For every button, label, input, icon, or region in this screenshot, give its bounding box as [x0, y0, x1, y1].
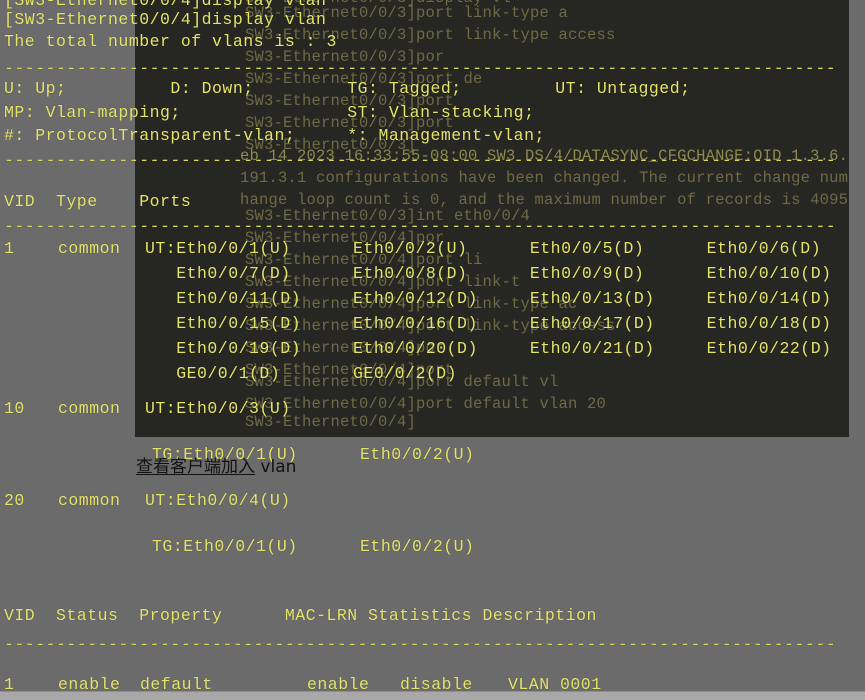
ports-row-line: GE0/0/1(D) GE0/0/2(D): [145, 364, 458, 383]
previous-command-line: [SW3-Ethernet0/0/4]display vlan: [4, 0, 327, 10]
ports-row-line: Eth0/0/11(D) Eth0/0/12(D) Eth0/0/13(D) E…: [145, 289, 832, 308]
ports-row-vid: 10: [4, 399, 25, 418]
ports-row-vid: 1: [4, 239, 15, 258]
ports-row-line: Eth0/0/19(D) Eth0/0/20(D) Eth0/0/21(D) E…: [145, 339, 832, 358]
vlan-total-line: The total number of vlans is : 3: [4, 32, 337, 51]
status-table-header: VID Status Property MAC-LRN Statistics D…: [4, 606, 597, 625]
legend-line-2: MP: Vlan-mapping; ST: Vlan-stacking;: [4, 103, 535, 122]
ports-row-line: UT:Eth0/0/3(U): [145, 399, 291, 418]
ports-row-type: common: [58, 239, 121, 258]
vlan-annotation-underlined: 查看客户端加入: [136, 457, 255, 477]
terminal-screenshot: SW3-Ethernet0/0/3]display vl SW3-Etherne…: [0, 0, 865, 700]
bottom-window-strip: [0, 691, 865, 700]
ports-row-type: common: [58, 399, 121, 418]
ports-row-line: Eth0/0/15(D) Eth0/0/16(D) Eth0/0/17(D) E…: [145, 314, 832, 333]
vlan-annotation: 查看客户端加入 vlan: [136, 457, 296, 477]
ports-row-line: TG:Eth0/0/1(U) Eth0/0/2(U): [152, 537, 475, 556]
foreground-terminal-output: [SW3-Ethernet0/0/4]display vlan [SW3-Eth…: [0, 0, 865, 700]
divider-legend: ----------------------------------------…: [4, 151, 837, 170]
ports-table-header: VID Type Ports: [4, 192, 192, 211]
command-line[interactable]: [SW3-Ethernet0/0/4]display vlan: [4, 11, 326, 29]
ports-row-line: UT:Eth0/0/1(U) Eth0/0/2(U) Eth0/0/5(D) E…: [145, 239, 822, 258]
ports-row-line: UT:Eth0/0/4(U): [145, 491, 291, 510]
legend-line-3: #: ProtocolTransparent-vlan; *: Manageme…: [4, 126, 545, 145]
divider-top: ----------------------------------------…: [4, 59, 837, 78]
ports-row-type: common: [58, 491, 121, 510]
ports-row-vid: 20: [4, 491, 25, 510]
ports-row-line: Eth0/0/7(D) Eth0/0/8(D) Eth0/0/9(D) Eth0…: [145, 264, 832, 283]
vlan-annotation-plain: vlan: [255, 457, 297, 477]
legend-line-1: U: Up; D: Down; TG: Tagged; UT: Untagged…: [4, 79, 691, 98]
divider-ports-header: ----------------------------------------…: [4, 217, 837, 236]
divider-status-header: ----------------------------------------…: [4, 635, 837, 654]
